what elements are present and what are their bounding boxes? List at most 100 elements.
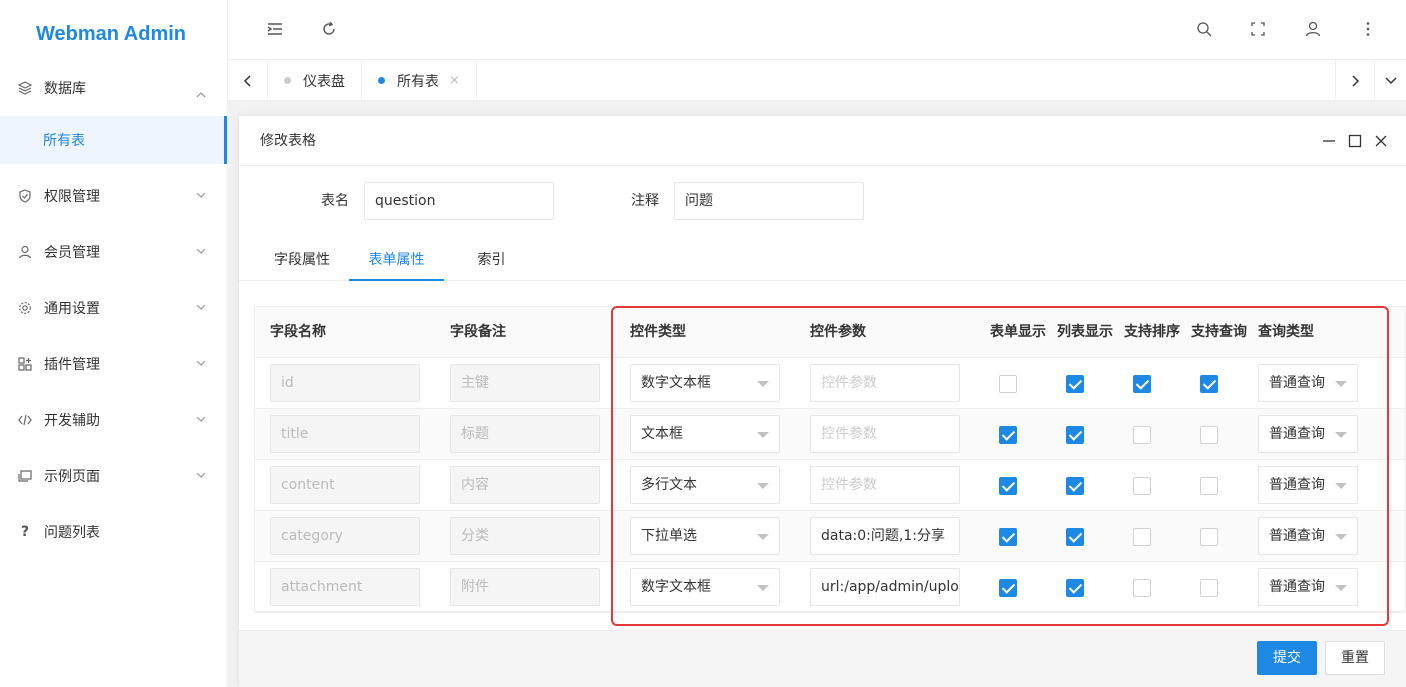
checkbox-form[interactable] bbox=[999, 375, 1017, 393]
col-field-note: 字段备注 bbox=[450, 324, 506, 340]
sidebar-item-permissions[interactable]: 权限管理 bbox=[0, 168, 227, 224]
table-row: category 分类 下拉单选 data:0:问题,1:分享 普通查询 bbox=[255, 511, 1405, 562]
query-type-value: 普通查询 bbox=[1269, 579, 1325, 595]
dialog-title: 修改表格 bbox=[260, 133, 316, 149]
tab-form-properties[interactable]: 表单属性 bbox=[349, 240, 444, 281]
caret-down-icon bbox=[1335, 483, 1347, 489]
checkbox-form[interactable] bbox=[999, 528, 1017, 546]
sidebar-item-label: 所有表 bbox=[43, 133, 85, 149]
control-param-input[interactable]: data:0:问题,1:分享 bbox=[810, 517, 960, 555]
caret-down-icon bbox=[757, 432, 769, 438]
shield-icon bbox=[18, 189, 32, 203]
query-type-select[interactable]: 普通查询 bbox=[1258, 466, 1358, 504]
sidebar-item-all-tables[interactable]: 所有表 bbox=[0, 116, 227, 164]
tab-bar: 仪表盘 所有表 × bbox=[228, 60, 1406, 101]
control-type-select[interactable]: 文本框 bbox=[630, 415, 780, 453]
caret-down-icon bbox=[1335, 534, 1347, 540]
checkbox-search[interactable] bbox=[1200, 426, 1218, 444]
checkbox-sort[interactable] bbox=[1133, 426, 1151, 444]
query-type-select[interactable]: 普通查询 bbox=[1258, 415, 1358, 453]
checkbox-list[interactable] bbox=[1066, 528, 1084, 546]
chevron-down-icon bbox=[196, 248, 206, 254]
refresh-icon[interactable] bbox=[320, 20, 338, 38]
sidebar-item-database[interactable]: 数据库 bbox=[0, 68, 227, 108]
checkbox-search[interactable] bbox=[1200, 375, 1218, 393]
tab-indexes[interactable]: 索引 bbox=[459, 240, 524, 281]
search-icon[interactable] bbox=[1195, 20, 1213, 38]
col-control-param: 控件参数 bbox=[810, 324, 866, 340]
checkbox-search[interactable] bbox=[1200, 528, 1218, 546]
control-param-input[interactable]: 控件参数 bbox=[810, 364, 960, 402]
tab-scroll-left[interactable] bbox=[228, 60, 268, 101]
checkbox-sort[interactable] bbox=[1133, 375, 1151, 393]
checkbox-form[interactable] bbox=[999, 579, 1017, 597]
dialog-title-bar: 修改表格 bbox=[239, 116, 1406, 166]
chevron-right-icon bbox=[1352, 74, 1360, 87]
gear-icon bbox=[18, 301, 32, 315]
minimize-icon[interactable] bbox=[1321, 133, 1337, 149]
checkbox-list[interactable] bbox=[1066, 579, 1084, 597]
checkbox-sort[interactable] bbox=[1133, 528, 1151, 546]
maximize-icon[interactable] bbox=[1347, 133, 1363, 149]
checkbox-search[interactable] bbox=[1200, 477, 1218, 495]
tab-scroll-right[interactable] bbox=[1335, 60, 1375, 101]
close-icon[interactable]: × bbox=[449, 73, 460, 88]
tab-all-tables[interactable]: 所有表 × bbox=[362, 60, 477, 101]
checkbox-search[interactable] bbox=[1200, 579, 1218, 597]
comment-input[interactable]: 问题 bbox=[674, 182, 864, 220]
query-type-select[interactable]: 普通查询 bbox=[1258, 568, 1358, 606]
menu-fold-icon[interactable] bbox=[266, 20, 284, 38]
field-name-input: attachment bbox=[270, 568, 420, 606]
table-row: id 主键 数字文本框 控件参数 普通查询 bbox=[255, 358, 1405, 409]
chevron-left-icon bbox=[243, 74, 251, 87]
sidebar-item-questions[interactable]: ? 问题列表 bbox=[0, 504, 227, 560]
sidebar-item-examples[interactable]: 示例页面 bbox=[0, 448, 227, 504]
layers-icon bbox=[18, 81, 32, 95]
control-type-select[interactable]: 数字文本框 bbox=[630, 364, 780, 402]
control-param-input[interactable]: 控件参数 bbox=[810, 415, 960, 453]
col-control-type: 控件类型 bbox=[630, 324, 686, 340]
tab-dashboard[interactable]: 仪表盘 bbox=[268, 60, 362, 101]
chevron-up-icon bbox=[196, 92, 206, 98]
table-row: title 标题 文本框 控件参数 普通查询 bbox=[255, 409, 1405, 460]
sidebar-item-label: 插件管理 bbox=[44, 357, 100, 373]
caret-down-icon bbox=[757, 483, 769, 489]
control-param-input[interactable]: 控件参数 bbox=[810, 466, 960, 504]
field-name-input: title bbox=[270, 415, 420, 453]
control-type-select[interactable]: 下拉单选 bbox=[630, 517, 780, 555]
tab-field-properties[interactable]: 字段属性 bbox=[259, 240, 345, 281]
tab-dropdown[interactable] bbox=[1375, 60, 1406, 101]
query-type-select[interactable]: 普通查询 bbox=[1258, 517, 1358, 555]
table-name-input[interactable]: question bbox=[364, 182, 554, 220]
dialog-footer: 提交 重置 bbox=[239, 630, 1406, 687]
checkbox-list[interactable] bbox=[1066, 426, 1084, 444]
caret-down-icon bbox=[1335, 432, 1347, 438]
sidebar-item-dev-tools[interactable]: 开发辅助 bbox=[0, 392, 227, 448]
sidebar-item-label: 权限管理 bbox=[44, 189, 100, 205]
fullscreen-icon[interactable] bbox=[1249, 20, 1267, 38]
checkbox-form[interactable] bbox=[999, 426, 1017, 444]
chevron-down-icon bbox=[1384, 76, 1397, 84]
more-vertical-icon[interactable] bbox=[1359, 20, 1377, 38]
sidebar-item-plugins[interactable]: 插件管理 bbox=[0, 336, 227, 392]
checkbox-sort[interactable] bbox=[1133, 579, 1151, 597]
submit-button[interactable]: 提交 bbox=[1257, 641, 1317, 675]
sidebar-item-settings[interactable]: 通用设置 bbox=[0, 280, 227, 336]
checkbox-list[interactable] bbox=[1066, 477, 1084, 495]
checkbox-list[interactable] bbox=[1066, 375, 1084, 393]
table-row: attachment 附件 数字文本框 url:/app/admin/upload 普通… bbox=[255, 562, 1405, 613]
checkbox-sort[interactable] bbox=[1133, 477, 1151, 495]
control-param-input[interactable]: url:/app/admin/upload bbox=[810, 568, 960, 606]
query-type-select[interactable]: 普通查询 bbox=[1258, 364, 1358, 402]
control-type-select[interactable]: 数字文本框 bbox=[630, 568, 780, 606]
field-note-input: 附件 bbox=[450, 568, 600, 606]
app-logo: Webman Admin bbox=[36, 23, 187, 45]
user-icon[interactable] bbox=[1304, 20, 1322, 38]
checkbox-form[interactable] bbox=[999, 477, 1017, 495]
field-note-input: 主键 bbox=[450, 364, 600, 402]
sidebar-item-members[interactable]: 会员管理 bbox=[0, 224, 227, 280]
close-icon[interactable] bbox=[1373, 133, 1389, 149]
col-query-type: 查询类型 bbox=[1258, 324, 1314, 340]
reset-button[interactable]: 重置 bbox=[1325, 641, 1385, 675]
control-type-select[interactable]: 多行文本 bbox=[630, 466, 780, 504]
